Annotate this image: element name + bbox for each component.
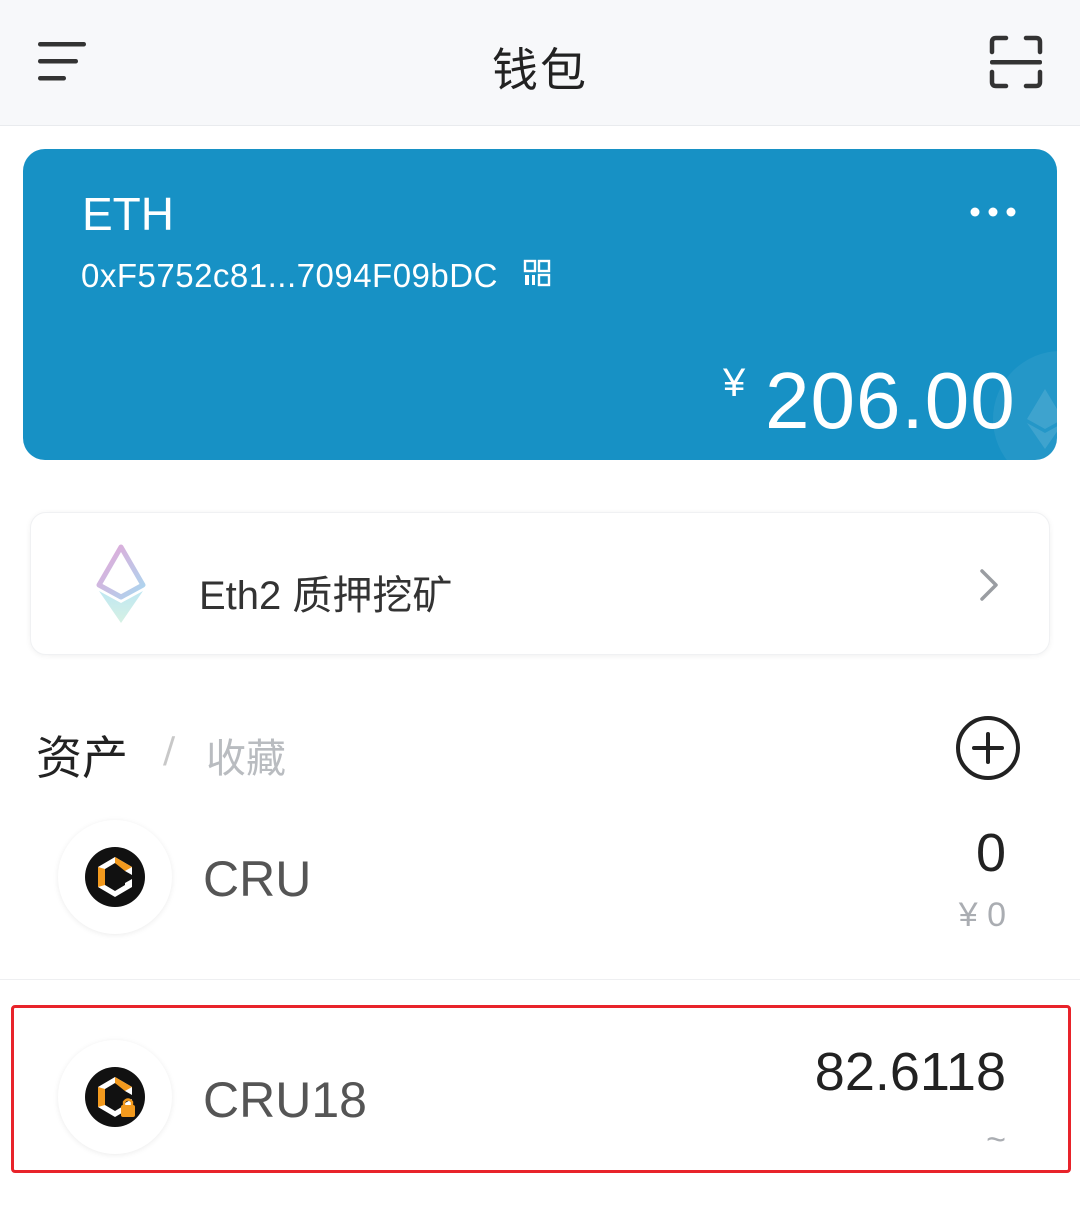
token-logo-frame <box>58 820 172 934</box>
wallet-balance: 206.00 <box>765 356 1016 445</box>
wallet-address[interactable]: 0xF5752c81...7094F09bDC <box>81 257 498 295</box>
scan-icon[interactable] <box>982 30 1050 94</box>
token-fiat-value: ¥ 0 <box>958 896 1006 934</box>
more-options-icon[interactable] <box>967 199 1019 225</box>
staking-label: Eth2 质押挖矿 <box>199 574 453 618</box>
token-name: CRU <box>203 851 312 907</box>
app-header: 钱包 <box>0 0 1080 126</box>
token-amount: 82.6118 <box>814 1042 1006 1102</box>
add-token-icon[interactable] <box>954 714 1022 782</box>
cru-token-icon <box>85 847 145 907</box>
tab-collectibles[interactable]: 收藏 <box>206 726 286 784</box>
token-logo-frame <box>58 1040 172 1154</box>
qr-code-icon[interactable] <box>523 259 551 287</box>
token-name: CRU18 <box>203 1072 367 1128</box>
wallet-card[interactable]: ETH 0xF5752c81...7094F09bDC ¥ 206.00 <box>23 149 1057 460</box>
ethereum-watermark-icon <box>993 351 1057 460</box>
asset-row-cru[interactable]: CRU 0 ¥ 0 <box>0 800 1080 980</box>
tab-assets[interactable]: 资产 <box>36 722 128 788</box>
asset-row-cru18[interactable]: CRU18 82.6118 ~ <box>0 1005 1080 1173</box>
page-title: 钱包 <box>492 43 588 97</box>
eth2-icon <box>96 544 146 623</box>
tab-separator: / <box>163 730 176 771</box>
token-amount: 0 <box>975 823 1006 883</box>
cru18-token-icon <box>85 1067 145 1127</box>
balance-currency-symbol: ¥ <box>723 361 746 405</box>
wallet-chain-name: ETH <box>82 188 174 240</box>
chevron-right-icon <box>980 569 998 601</box>
token-fiat-value: ~ <box>986 1121 1006 1159</box>
eth2-staking-banner[interactable]: Eth2 质押挖矿 <box>30 512 1050 655</box>
